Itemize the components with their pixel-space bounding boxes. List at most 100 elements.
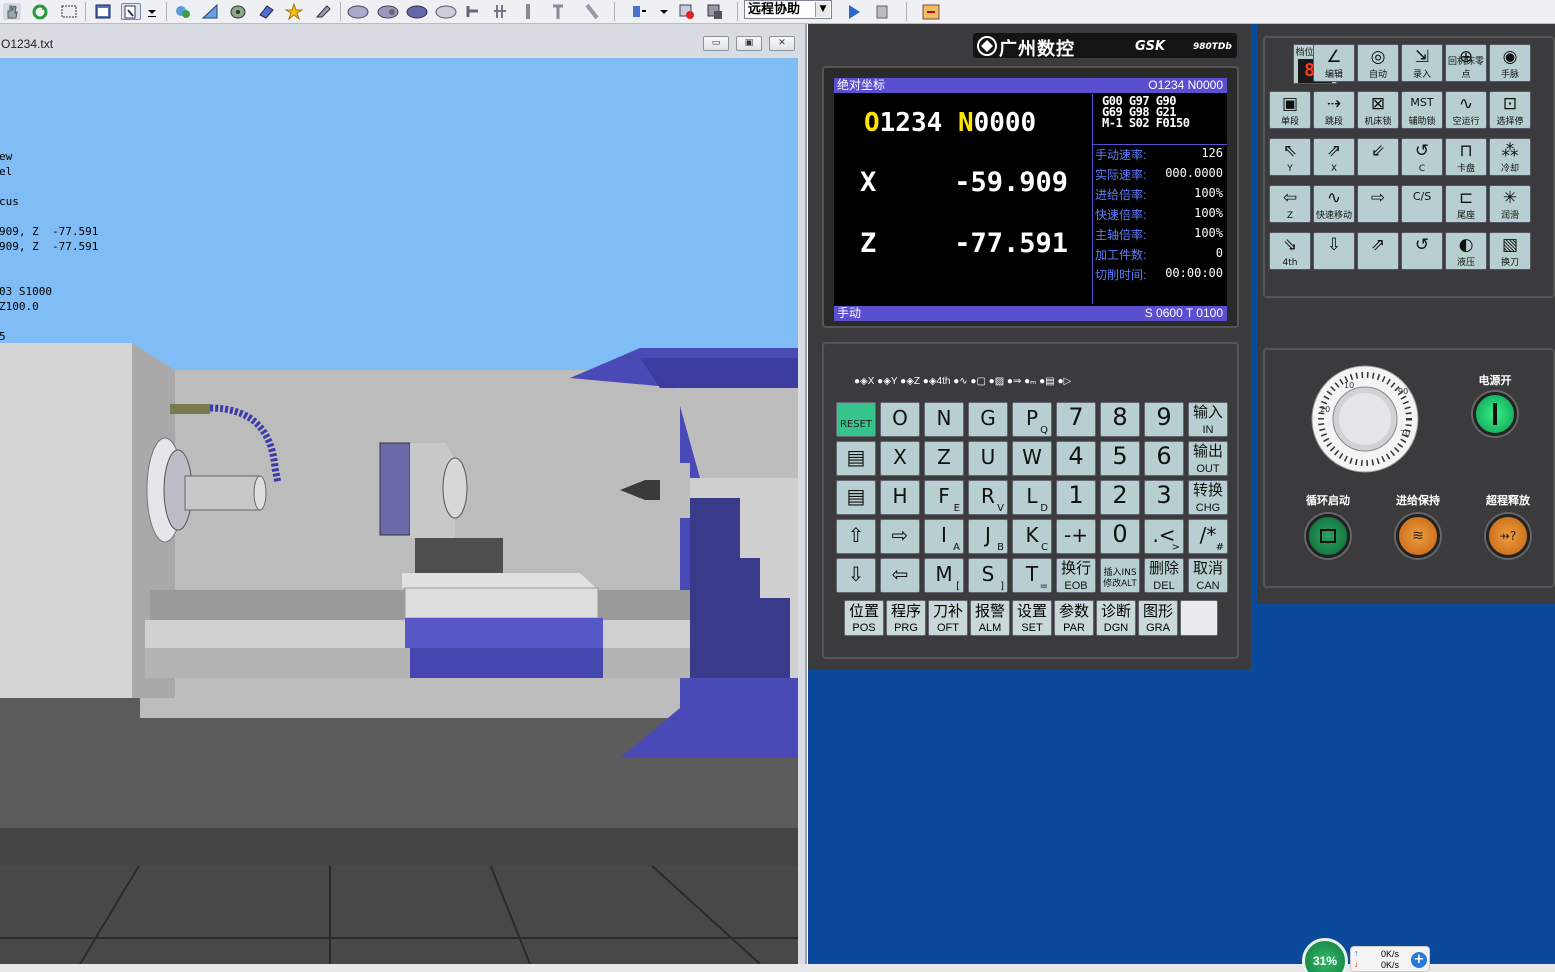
function-key[interactable]: 程序 PRG <box>886 600 926 636</box>
op-button[interactable]: ⇨ <box>1357 185 1399 223</box>
flag-icon[interactable] <box>706 3 724 20</box>
feed-override-dial[interactable]: 10 20 90 70 <box>1310 364 1420 474</box>
op-button[interactable]: ⇦ Z <box>1269 185 1311 223</box>
keypad-key[interactable]: ▤ <box>836 480 876 515</box>
op-button[interactable]: ✳ 润滑 <box>1489 185 1531 223</box>
select-rect-icon[interactable] <box>60 3 78 20</box>
maximize-button[interactable]: ▣ <box>736 36 762 51</box>
function-key[interactable]: 诊断 DGN <box>1096 600 1136 636</box>
fixture4-icon[interactable] <box>434 3 458 20</box>
keypad-key[interactable]: 删除 DEL <box>1144 558 1184 593</box>
keypad-key[interactable]: N <box>924 402 964 437</box>
op-button[interactable]: ⊓ 卡盘 <box>1445 138 1487 176</box>
keypad-key[interactable]: ⇩ <box>836 558 876 593</box>
keypad-key[interactable]: KC <box>1012 519 1052 554</box>
cutter2-icon[interactable] <box>491 3 509 20</box>
keypad-key[interactable]: Z <box>924 441 964 476</box>
keypad-key[interactable]: /* # <box>1188 519 1228 554</box>
op-button[interactable]: ⊡ 选择停 <box>1489 91 1531 129</box>
keypad-key[interactable]: 2 <box>1100 480 1140 515</box>
keypad-key[interactable]: H <box>880 480 920 515</box>
close-button[interactable]: ✕ <box>769 36 795 51</box>
op-button[interactable]: ⊠ 机床锁 <box>1357 91 1399 129</box>
dropdown-arrow-icon[interactable] <box>658 3 670 20</box>
cutter5-icon[interactable] <box>583 3 601 20</box>
function-key[interactable]: 参数 PAR <box>1054 600 1094 636</box>
minimize-button[interactable]: ▭ <box>703 36 729 51</box>
keypad-key[interactable]: 换行 EOB <box>1056 558 1096 593</box>
zoom-icon[interactable] <box>121 3 141 20</box>
keypad-key[interactable]: 输出 OUT <box>1188 441 1228 476</box>
op-button[interactable]: MST 辅助锁 <box>1401 91 1443 129</box>
keypad-key[interactable]: .< > <box>1144 519 1184 554</box>
op-button[interactable]: ⊏ 尾座 <box>1445 185 1487 223</box>
window-icon[interactable] <box>94 3 112 20</box>
feed-hold-button[interactable]: ≋ <box>1396 514 1440 558</box>
keypad-key[interactable]: 0 <box>1100 519 1140 554</box>
op-button[interactable]: ▧ 换刀 <box>1489 232 1531 270</box>
keypad-key[interactable]: 7 <box>1056 402 1096 437</box>
network-speed-widget[interactable]: 31% ↑ 0K/s ↓ 0K/s + <box>1302 936 1432 972</box>
exit-icon[interactable] <box>920 3 942 20</box>
keypad-key[interactable]: S] <box>968 558 1008 593</box>
keypad-key[interactable]: -+ <box>1056 519 1096 554</box>
measure-icon[interactable] <box>229 3 247 20</box>
puzzle-icon[interactable] <box>174 3 192 20</box>
cutter4-icon[interactable] <box>549 3 567 20</box>
op-button[interactable]: ⇗ <box>1357 232 1399 270</box>
keypad-key[interactable]: 插入INS 修改ALT <box>1100 558 1140 593</box>
op-button[interactable]: C/S <box>1401 185 1443 223</box>
op-button[interactable]: ∠ 编辑 <box>1313 44 1355 82</box>
keypad-key[interactable]: 4 <box>1056 441 1096 476</box>
keypad-key[interactable]: T = <box>1012 558 1052 593</box>
op-button[interactable]: ∿ 快速移动 <box>1313 185 1355 223</box>
op-button[interactable]: ↺ <box>1401 232 1443 270</box>
refresh-icon[interactable] <box>31 3 49 20</box>
lathe-3d-view[interactable]: ew el cus 909, Z -77.591 909, Z -77.591 03 S1… <box>0 58 798 964</box>
keypad-key[interactable]: IA <box>924 519 964 554</box>
record-icon[interactable] <box>678 3 696 20</box>
cutter-icon[interactable] <box>464 3 482 20</box>
tool-icon[interactable] <box>314 3 332 20</box>
fixture-icon[interactable] <box>346 3 370 20</box>
keypad-key[interactable]: 转换 CHG <box>1188 480 1228 515</box>
function-key[interactable]: 报警 ALM <box>970 600 1010 636</box>
keypad-key[interactable]: X <box>880 441 920 476</box>
power-on-button[interactable] <box>1473 392 1517 436</box>
overtravel-release-button[interactable]: ⇸? <box>1486 514 1530 558</box>
function-key[interactable]: 位置 POS <box>844 600 884 636</box>
ruler-icon[interactable] <box>201 3 219 20</box>
fixture2-icon[interactable] <box>376 3 400 20</box>
keypad-key[interactable]: 输入 IN <box>1188 402 1228 437</box>
keypad-key[interactable]: 9 <box>1144 402 1184 437</box>
star-icon[interactable] <box>284 2 304 21</box>
op-button[interactable]: ∿ 空运行 <box>1445 91 1487 129</box>
op-button[interactable]: ⇩ <box>1313 232 1355 270</box>
keypad-key[interactable]: 取消 CAN <box>1188 558 1228 593</box>
op-button[interactable]: ↺ C <box>1401 138 1443 176</box>
keypad-key[interactable]: O <box>880 402 920 437</box>
keypad-key[interactable]: LD <box>1012 480 1052 515</box>
op-button[interactable]: ⁂ 冷却 <box>1489 138 1531 176</box>
hand-icon[interactable] <box>3 3 21 20</box>
keypad-key[interactable]: ▤ <box>836 441 876 476</box>
cutter3-icon[interactable] <box>519 3 537 20</box>
keypad-key[interactable]: 6 <box>1144 441 1184 476</box>
op-button[interactable]: ⇖ Y <box>1269 138 1311 176</box>
op-button[interactable]: ◉ 手脉 <box>1489 44 1531 82</box>
eraser-icon[interactable] <box>257 3 275 20</box>
op-button[interactable]: ◎ 自动 <box>1357 44 1399 82</box>
play-icon[interactable] <box>845 3 863 20</box>
keypad-key[interactable]: W <box>1012 441 1052 476</box>
keypad-key[interactable]: 1 <box>1056 480 1096 515</box>
cutter6-icon[interactable] <box>630 3 648 20</box>
op-button[interactable]: ⇢ 跳段 <box>1313 91 1355 129</box>
keypad-key[interactable]: RESET <box>836 402 876 437</box>
keypad-key[interactable]: RV <box>968 480 1008 515</box>
keypad-key[interactable]: JB <box>968 519 1008 554</box>
keypad-key[interactable]: 8 <box>1100 402 1140 437</box>
dropdown-arrow-icon[interactable] <box>145 3 159 20</box>
keypad-key[interactable]: FE <box>924 480 964 515</box>
function-key[interactable]: 刀补 OFT <box>928 600 968 636</box>
keypad-key[interactable]: ⇨ <box>880 519 920 554</box>
